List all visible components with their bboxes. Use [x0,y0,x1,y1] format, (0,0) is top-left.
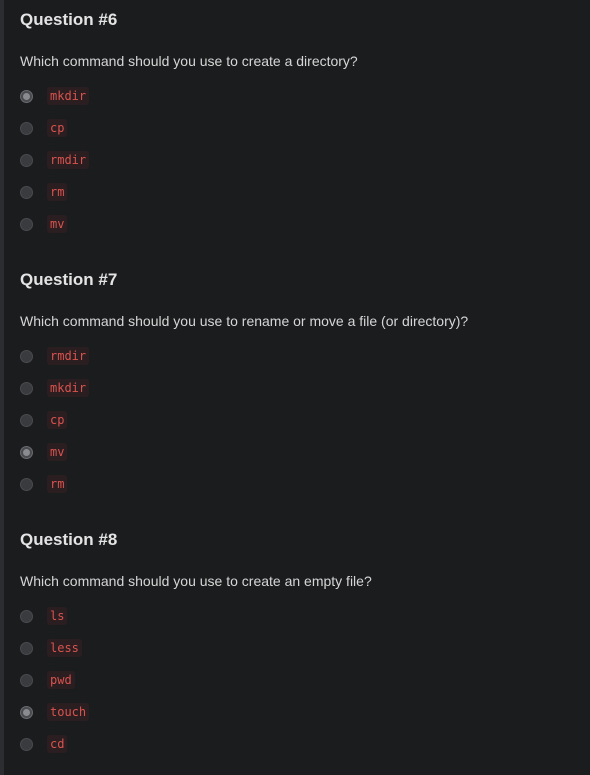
option-touch[interactable]: touch [20,696,90,728]
option-label: cp [47,411,68,429]
question-text: Which command should you use to create a… [20,573,372,589]
radio-button[interactable] [20,381,33,395]
option-label: rm [47,475,68,493]
option-label: rmdir [47,151,90,169]
option-mv[interactable]: mv [20,436,89,468]
option-label: cd [47,735,68,753]
radio-button[interactable] [20,413,33,427]
radio-button[interactable] [20,349,33,363]
question-title: Question #7 [20,270,118,289]
question-title: Question #8 [20,530,118,549]
radio-button[interactable] [20,641,33,655]
quiz: Question #6 Which command should you use… [20,0,580,775]
option-mv[interactable]: mv [20,208,89,240]
option-label: mv [47,443,68,461]
option-mkdir[interactable]: mkdir [20,80,90,112]
radio-button[interactable] [20,217,33,231]
radio-button[interactable] [20,445,33,459]
radio-button[interactable] [20,185,33,199]
option-label: rmdir [47,347,90,365]
option-label: rm [47,183,68,201]
radio-button[interactable] [20,153,33,167]
option-label: touch [47,703,90,721]
left-border [0,0,4,775]
question-text: Which command should you use to rename o… [20,313,469,329]
radio-button[interactable] [20,121,33,135]
option-rm[interactable]: rm [20,176,89,208]
question-7: Question #7 Which command should you use… [20,260,580,520]
option-label: ls [47,607,68,625]
radio-button[interactable] [20,477,33,491]
options-list: ls less pwd touch cd [20,600,90,760]
option-label: mkdir [47,87,90,105]
question-text: Which command should you use to create a… [20,53,358,69]
radio-button[interactable] [20,705,33,719]
radio-button[interactable] [20,609,33,623]
option-label: less [47,639,82,657]
question-6: Question #6 Which command should you use… [20,0,580,260]
options-list: mkdir cp rmdir rm mv [20,80,90,240]
option-cp[interactable]: cp [20,404,89,436]
option-rm[interactable]: rm [20,468,89,500]
option-rmdir[interactable]: rmdir [20,144,90,176]
options-list: rmdir mkdir cp mv rm [20,340,90,500]
option-less[interactable]: less [20,632,89,664]
option-mkdir[interactable]: mkdir [20,372,90,404]
question-title: Question #6 [20,10,118,29]
option-pwd[interactable]: pwd [20,664,89,696]
option-cp[interactable]: cp [20,112,89,144]
radio-button[interactable] [20,673,33,687]
option-label: mkdir [47,379,90,397]
question-8: Question #8 Which command should you use… [20,520,580,775]
option-label: pwd [47,671,75,689]
option-ls[interactable]: ls [20,600,89,632]
radio-button[interactable] [20,737,33,751]
option-label: cp [47,119,68,137]
radio-button[interactable] [20,89,33,103]
option-rmdir[interactable]: rmdir [20,340,90,372]
option-cd[interactable]: cd [20,728,89,760]
option-label: mv [47,215,68,233]
